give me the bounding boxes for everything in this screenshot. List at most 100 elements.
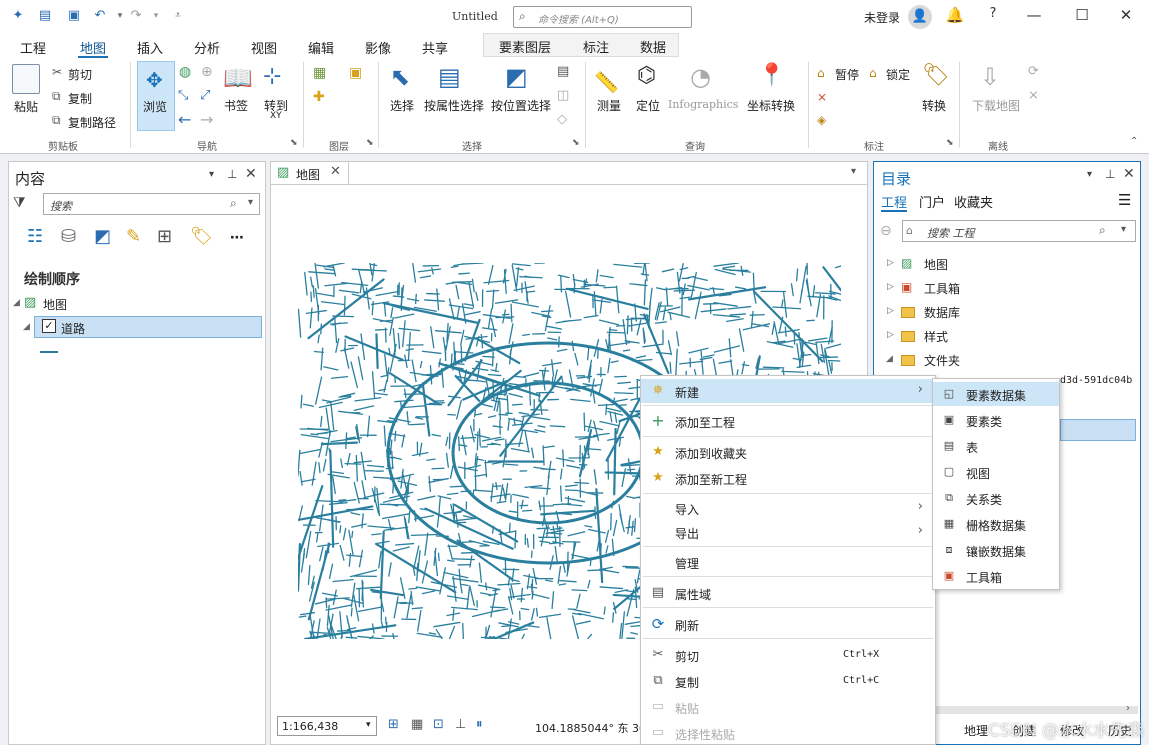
- close-pane-icon[interactable]: ✕: [245, 166, 257, 182]
- sign-in-label[interactable]: 未登录: [864, 9, 900, 26]
- undo-icon[interactable]: ↶: [92, 9, 108, 23]
- copy-path-button[interactable]: 复制路径: [68, 114, 116, 131]
- redo-icon[interactable]: ↷: [128, 9, 144, 23]
- cut-button[interactable]: 剪切: [68, 66, 92, 83]
- pane-menu-icon[interactable]: ▾: [1087, 169, 1092, 180]
- catalog-item-toolboxes[interactable]: 工具箱: [924, 280, 960, 297]
- catalog-item-styles[interactable]: 样式: [924, 328, 948, 345]
- menu-item-domains[interactable]: ▤ 属性域: [641, 581, 935, 605]
- table-icon[interactable]: ▦: [411, 717, 423, 732]
- catalog-item-maps[interactable]: 地图: [924, 256, 948, 273]
- submenu-item-view[interactable]: ▢ 视图: [933, 460, 1059, 484]
- measure-button[interactable]: 测量: [597, 97, 621, 114]
- help-button[interactable]: ?: [981, 6, 1005, 28]
- save-icon[interactable]: ▣: [66, 9, 82, 23]
- tab-imagery[interactable]: 影像: [365, 38, 391, 57]
- folder-path-fragment[interactable]: d3d-591dc04b: [1060, 375, 1132, 386]
- tab-labeling[interactable]: 标注: [583, 37, 609, 56]
- contents-search-input[interactable]: 搜索 ⌕ ▾: [43, 193, 260, 215]
- remove-offline-icon[interactable]: ⨯: [1028, 88, 1039, 103]
- menu-item-cut[interactable]: ✂ 剪切 Ctrl+X: [641, 643, 935, 667]
- select-by-location-button[interactable]: 按位置选择: [491, 97, 551, 114]
- grid-icon[interactable]: ⊞: [388, 717, 399, 732]
- add-data-icon[interactable]: ▣: [349, 65, 362, 81]
- zoom-out-fixed-icon[interactable]: ⤢: [200, 88, 210, 103]
- pause-draw-icon[interactable]: ⏸: [476, 717, 483, 732]
- chevron-down-icon[interactable]: ▾: [248, 197, 253, 208]
- unplaced-labels-icon[interactable]: ⨯: [817, 90, 827, 104]
- coordinate-conversion-button[interactable]: 坐标转换: [747, 97, 795, 114]
- pin-icon[interactable]: ⊥: [227, 167, 237, 181]
- menu-item-new[interactable]: ✵ 新建 ›: [641, 379, 935, 403]
- dialog-launcher-icon[interactable]: ⬊: [946, 138, 954, 148]
- catalog-tab-favorites[interactable]: 收藏夹: [954, 192, 993, 211]
- zoom-to-selection-icon[interactable]: ◇: [557, 112, 567, 127]
- back-icon[interactable]: ⊖: [880, 223, 892, 239]
- basemap-icon[interactable]: ▦: [313, 65, 326, 81]
- catalog-item-folders[interactable]: 文件夹: [924, 352, 960, 369]
- tree-item-map[interactable]: 地图: [43, 296, 67, 313]
- selected-row-highlight[interactable]: [1060, 419, 1136, 441]
- notification-bell-icon[interactable]: 🔔: [943, 6, 967, 28]
- attributes-icon[interactable]: ▤: [557, 64, 569, 79]
- tab-project[interactable]: 工程: [20, 38, 46, 57]
- add-preset-icon[interactable]: ✚: [313, 89, 325, 105]
- constraint-icon[interactable]: ⊥: [455, 717, 466, 732]
- list-by-selection-icon[interactable]: ◩: [94, 226, 111, 247]
- command-search-input[interactable]: ⌕ 命令搜索 (Alt+Q): [513, 6, 692, 28]
- menu-item-manage[interactable]: 管理: [641, 550, 935, 574]
- collapse-icon[interactable]: ◢: [23, 322, 30, 332]
- collapse-icon[interactable]: ◢: [886, 354, 893, 364]
- lock-button[interactable]: 锁定: [886, 66, 910, 83]
- close-tab-icon[interactable]: ✕: [330, 164, 341, 179]
- zoom-extent-icon[interactable]: ⊕: [201, 64, 213, 80]
- tab-analysis[interactable]: 分析: [194, 38, 220, 57]
- expand-icon[interactable]: ▷: [887, 330, 894, 340]
- close-button[interactable]: ✕: [1114, 6, 1138, 28]
- copy-button[interactable]: 复制: [68, 90, 92, 107]
- close-pane-icon[interactable]: ✕: [1123, 166, 1135, 182]
- chevron-down-icon[interactable]: ▾: [1121, 224, 1126, 235]
- minimize-button[interactable]: —: [1022, 6, 1046, 28]
- submenu-item-raster-dataset[interactable]: ▦ 栅格数据集: [933, 512, 1059, 536]
- catalog-tab-portal[interactable]: 门户: [919, 192, 945, 211]
- dialog-launcher-icon[interactable]: ⬊: [290, 138, 298, 148]
- tab-map[interactable]: 地图: [80, 38, 106, 57]
- filter-icon[interactable]: ⧩: [13, 195, 26, 211]
- explore-button[interactable]: ✥ 浏览: [137, 61, 175, 131]
- select-by-attributes-button[interactable]: 按属性选择: [424, 97, 484, 114]
- collapse-icon[interactable]: ◢: [13, 298, 20, 308]
- download-map-button[interactable]: 下载地图: [972, 97, 1020, 114]
- bookmarks-button[interactable]: 书签: [224, 97, 248, 114]
- back-icon[interactable]: ←: [178, 110, 191, 129]
- tab-edit[interactable]: 编辑: [308, 38, 334, 57]
- globe-icon[interactable]: ◍: [179, 64, 191, 80]
- horizontal-scrollbar[interactable]: [934, 706, 1138, 714]
- menu-item-paste-special[interactable]: ▭ 选择性粘贴: [641, 721, 935, 745]
- avatar[interactable]: 👤: [908, 5, 932, 29]
- tab-share[interactable]: 共享: [422, 38, 448, 57]
- submenu-item-feature-class[interactable]: ▣ 要素类: [933, 408, 1059, 432]
- infographics-button[interactable]: Infographics: [668, 98, 738, 111]
- catalog-item-databases[interactable]: 数据库: [924, 304, 960, 321]
- tab-insert[interactable]: 插入: [137, 38, 163, 57]
- new-project-icon[interactable]: ✦: [10, 9, 26, 23]
- snapping-icon[interactable]: ⊡: [433, 717, 444, 732]
- layer-row-roads[interactable]: ✓ 道路: [34, 316, 262, 338]
- submenu-item-table[interactable]: ▤ 表: [933, 434, 1059, 458]
- menu-item-refresh[interactable]: ⟳ 刷新: [641, 612, 935, 636]
- menu-item-import[interactable]: 导入 ›: [641, 496, 935, 520]
- expand-icon[interactable]: ▷: [887, 306, 894, 316]
- list-by-source-icon[interactable]: ⛁: [61, 226, 76, 247]
- tab-data[interactable]: 数据: [640, 37, 666, 56]
- clear-selection-icon[interactable]: ◫: [557, 88, 569, 103]
- pin-icon[interactable]: ⊥: [1105, 167, 1115, 181]
- collapse-ribbon-icon[interactable]: ⌃: [1130, 136, 1138, 147]
- catalog-tab-project[interactable]: 工程: [881, 192, 907, 211]
- tab-view[interactable]: 视图: [251, 38, 277, 57]
- list-by-drawing-order-icon[interactable]: ☷: [27, 226, 43, 247]
- list-by-labeling-icon[interactable]: 🏷: [190, 226, 213, 247]
- menu-item-add-to-project[interactable]: + 添加至工程: [641, 409, 935, 433]
- pause-button[interactable]: 暂停: [835, 66, 859, 83]
- submenu-item-feature-dataset[interactable]: ◱ 要素数据集: [933, 382, 1059, 406]
